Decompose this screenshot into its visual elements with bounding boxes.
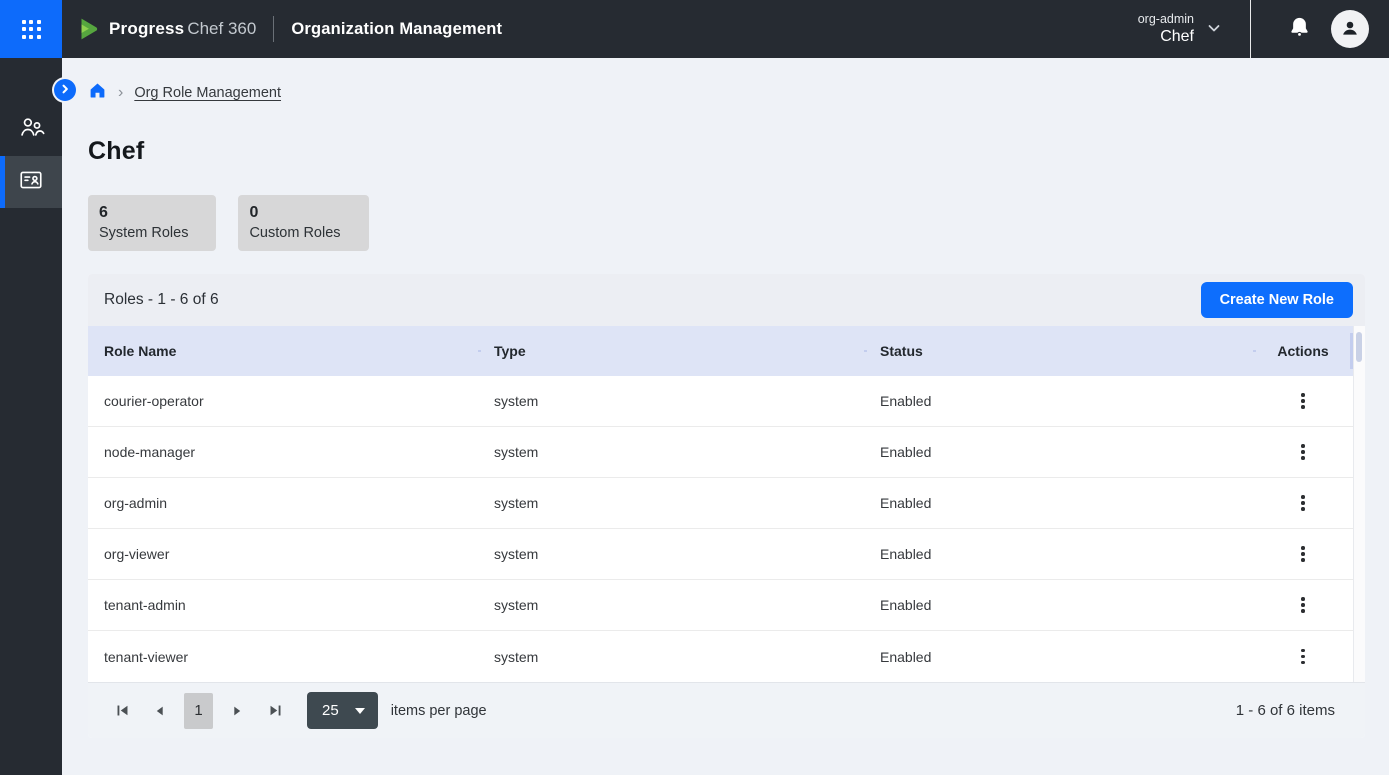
cell-type: system xyxy=(478,495,864,511)
table-title: Roles - 1 - 6 of 6 xyxy=(104,291,219,309)
table-row: node-manager system Enabled xyxy=(88,427,1353,478)
breadcrumb-separator: › xyxy=(118,85,123,101)
page-number-button[interactable]: 1 xyxy=(184,693,213,729)
stat-label: Custom Roles xyxy=(249,225,340,241)
chevron-right-icon xyxy=(59,83,71,98)
last-page-icon xyxy=(269,704,282,717)
breadcrumb: › Org Role Management xyxy=(88,82,1389,104)
table-scrollbar-track[interactable] xyxy=(1353,326,1365,682)
cell-type: system xyxy=(478,393,864,409)
main-content: › Org Role Management Chef 6 System Role… xyxy=(62,58,1389,775)
create-new-role-button[interactable]: Create New Role xyxy=(1201,282,1353,318)
sidebar xyxy=(0,58,62,775)
cell-status: Enabled xyxy=(864,649,1253,665)
cell-type: system xyxy=(478,546,864,562)
table-scrollbar-thumb[interactable] xyxy=(1356,332,1362,362)
app-title: Organization Management xyxy=(291,20,502,39)
previous-page-icon xyxy=(154,705,166,717)
sidebar-item-org-roles[interactable] xyxy=(0,156,62,208)
stat-card-system-roles: 6 System Roles xyxy=(88,195,216,251)
table-row: org-admin system Enabled xyxy=(88,478,1353,529)
table-row: org-viewer system Enabled xyxy=(88,529,1353,580)
sidebar-expand-toggle[interactable] xyxy=(54,79,76,101)
cell-type: system xyxy=(478,597,864,613)
cell-role-name: courier-operator xyxy=(88,393,478,409)
cell-type: system xyxy=(478,649,864,665)
row-actions-kebab-button[interactable] xyxy=(1292,437,1314,467)
page-size-value: 25 xyxy=(322,702,339,719)
next-page-icon xyxy=(231,705,243,717)
bell-icon xyxy=(1287,15,1312,43)
table-row: tenant-viewer system Enabled xyxy=(88,631,1353,682)
stat-value: 6 xyxy=(99,204,188,222)
cell-status: Enabled xyxy=(864,393,1253,409)
cell-role-name: node-manager xyxy=(88,444,478,460)
row-actions-kebab-button[interactable] xyxy=(1292,539,1314,569)
cell-role-name: tenant-viewer xyxy=(88,649,478,665)
row-actions-kebab-button[interactable] xyxy=(1292,642,1314,672)
topbar-divider xyxy=(1250,0,1251,58)
cell-status: Enabled xyxy=(864,597,1253,613)
table-toolbar: Roles - 1 - 6 of 6 Create New Role xyxy=(88,274,1365,326)
current-org-label: Chef xyxy=(1138,28,1194,46)
progress-chef-logo-icon xyxy=(77,17,102,41)
cell-role-name: tenant-admin xyxy=(88,597,478,613)
breadcrumb-current-link[interactable]: Org Role Management xyxy=(134,85,281,101)
topbar: Progress Chef 360 Organization Managemen… xyxy=(0,0,1389,58)
cell-status: Enabled xyxy=(864,495,1253,511)
sidebar-item-users[interactable] xyxy=(0,104,62,156)
column-header-actions: Actions xyxy=(1253,343,1353,359)
row-actions-kebab-button[interactable] xyxy=(1292,386,1314,416)
brand-name: Progress xyxy=(109,19,184,39)
roles-table-card: Roles - 1 - 6 of 6 Create New Role Role … xyxy=(88,274,1365,738)
users-icon xyxy=(18,114,45,146)
column-header-status: Status xyxy=(864,343,1253,359)
column-header-type: Type xyxy=(478,343,864,359)
id-card-icon xyxy=(18,167,44,198)
brand-product: Chef 360 xyxy=(187,19,256,39)
pagination-range-label: 1 - 6 of 6 items xyxy=(1236,702,1335,719)
account-menu-button[interactable] xyxy=(1331,10,1369,48)
cell-role-name: org-admin xyxy=(88,495,478,511)
stats-row: 6 System Roles 0 Custom Roles xyxy=(88,195,1389,251)
home-icon xyxy=(88,81,107,105)
table-row: courier-operator system Enabled xyxy=(88,376,1353,427)
previous-page-button[interactable] xyxy=(148,698,172,724)
app-launcher-button[interactable] xyxy=(0,0,62,58)
first-page-icon xyxy=(116,704,129,717)
page-size-dropdown[interactable]: 25 xyxy=(307,692,378,729)
row-actions-kebab-button[interactable] xyxy=(1292,590,1314,620)
breadcrumb-home-link[interactable] xyxy=(88,81,107,105)
cell-role-name: org-viewer xyxy=(88,546,478,562)
items-per-page-label: items per page xyxy=(391,703,487,719)
next-page-button[interactable] xyxy=(225,698,249,724)
table-row: tenant-admin system Enabled xyxy=(88,580,1353,631)
cell-status: Enabled xyxy=(864,444,1253,460)
chevron-down-icon xyxy=(1206,20,1222,39)
page-title: Chef xyxy=(88,137,1389,166)
stat-card-custom-roles: 0 Custom Roles xyxy=(238,195,368,251)
first-page-button[interactable] xyxy=(110,698,134,724)
org-switcher-menu[interactable]: org-admin Chef xyxy=(1138,12,1222,46)
last-page-button[interactable] xyxy=(263,698,287,724)
user-role-label: org-admin xyxy=(1138,12,1194,26)
row-actions-kebab-button[interactable] xyxy=(1292,488,1314,518)
brand-divider xyxy=(273,16,274,42)
waffle-icon xyxy=(22,20,41,39)
brand-logo: Progress Chef 360 xyxy=(77,17,256,41)
stat-label: System Roles xyxy=(99,225,188,241)
column-header-role-name: Role Name xyxy=(88,343,478,359)
table-pagination-bar: 1 25 items per page 1 - 6 of 6 items xyxy=(88,682,1365,738)
notifications-button[interactable] xyxy=(1281,11,1317,47)
cell-type: system xyxy=(478,444,864,460)
cell-status: Enabled xyxy=(864,546,1253,562)
person-icon xyxy=(1338,16,1362,43)
caret-down-icon xyxy=(355,708,365,714)
stat-value: 0 xyxy=(249,204,340,222)
table-header-row: Role Name Type Status Actions xyxy=(88,326,1353,376)
